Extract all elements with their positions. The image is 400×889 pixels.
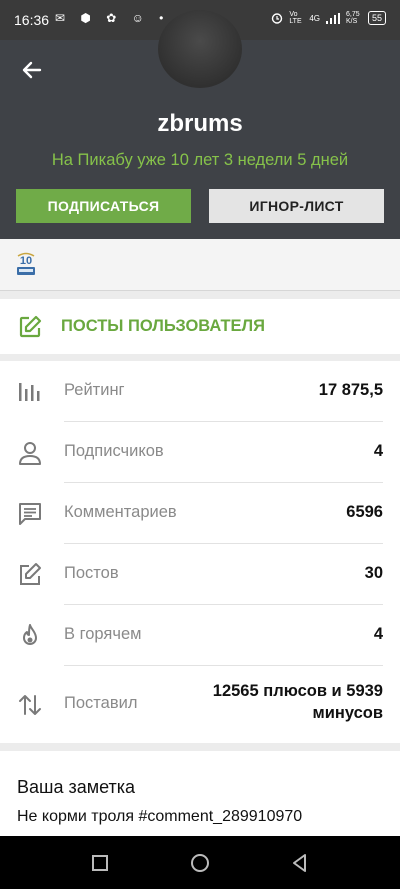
avatar[interactable] [158, 10, 242, 88]
member-since: На Пикабу уже 10 лет 3 недели 5 дней [51, 151, 349, 169]
username: zbrums [157, 110, 243, 137]
back-nav-icon[interactable] [289, 852, 311, 874]
awards-bar: 10 [0, 239, 400, 291]
stat-label: В горячем [64, 625, 142, 643]
stat-value-line1: 12565 плюсов и 5939 [212, 682, 383, 700]
bar-chart-icon [19, 383, 40, 401]
stat-row-votes: Поставил 12565 плюсов и 5939 минусов [0, 666, 400, 743]
back-button[interactable] [18, 56, 46, 84]
stat-value: 30 [364, 564, 383, 582]
stat-row-rating: Рейтинг 17 875,5 [0, 361, 400, 422]
stat-value-line2: минусов [312, 704, 383, 722]
stat-label: Поставил [64, 694, 138, 712]
fire-icon [23, 624, 37, 645]
signal-icon [325, 12, 340, 24]
stat-row-comments: Комментариев 6596 [0, 483, 400, 544]
note-text: Не корми троля #comment_289910970 [17, 808, 303, 825]
status-time: 16:36 [14, 12, 50, 28]
stat-value: 4 [373, 625, 383, 643]
stat-value: 4 [373, 442, 383, 460]
network-4g-label: 4G [309, 13, 320, 23]
battery-icon: 55 [367, 11, 386, 25]
stat-value: 6596 [346, 503, 383, 521]
stats-list: Рейтинг 17 875,5 Подписчиков 4 Комментар… [0, 361, 400, 743]
alarm-icon [272, 13, 283, 24]
system-nav-bar [0, 836, 400, 889]
ignore-list-button[interactable]: ИГНОР-ЛИСТ [209, 189, 384, 223]
stat-label: Подписчиков [64, 442, 164, 460]
system-icons: Vo LTE 4G 6,75 K/S 55 [271, 11, 386, 25]
stat-label: Постов [64, 564, 119, 582]
profile-header: zbrums На Пикабу уже 10 лет 3 недели 5 д… [0, 10, 400, 239]
user-posts-label: ПОСТЫ ПОЛЬЗОВАТЕЛЯ [61, 317, 265, 335]
stat-value: 17 875,5 [318, 381, 383, 399]
svg-text:10: 10 [20, 255, 32, 267]
stat-value: 12565 плюсов и 5939 минусов [213, 680, 383, 724]
edit-icon [19, 315, 42, 338]
back-arrow-icon [22, 61, 42, 79]
volte-label: Vo LTE [289, 11, 302, 25]
note-title: Ваша заметка [17, 777, 136, 797]
person-icon [19, 442, 41, 465]
sort-arrows-icon [19, 695, 41, 715]
subscribe-button[interactable]: ПОДПИСАТЬСЯ [16, 189, 191, 223]
user-note[interactable]: Ваша заметка Не корми троля #comment_289… [0, 751, 400, 836]
ten-years-award-icon[interactable]: 10 [15, 252, 37, 277]
edit-icon [20, 563, 41, 585]
notification-icons: ✉ ⬢ ✿ ☺ • [55, 11, 170, 25]
stat-label: Комментариев [64, 503, 177, 521]
user-posts-link[interactable]: ПОСТЫ ПОЛЬЗОВАТЕЛЯ [0, 299, 400, 354]
stat-label: Рейтинг [64, 381, 125, 399]
stat-row-hot: В горячем 4 [0, 605, 400, 666]
recents-icon[interactable] [89, 852, 111, 874]
comment-icon [19, 503, 41, 525]
home-icon[interactable] [189, 852, 211, 874]
speed-label: 6,75 K/S [345, 11, 360, 25]
stat-row-posts: Постов 30 [0, 544, 400, 605]
stat-row-subscribers: Подписчиков 4 [0, 422, 400, 483]
